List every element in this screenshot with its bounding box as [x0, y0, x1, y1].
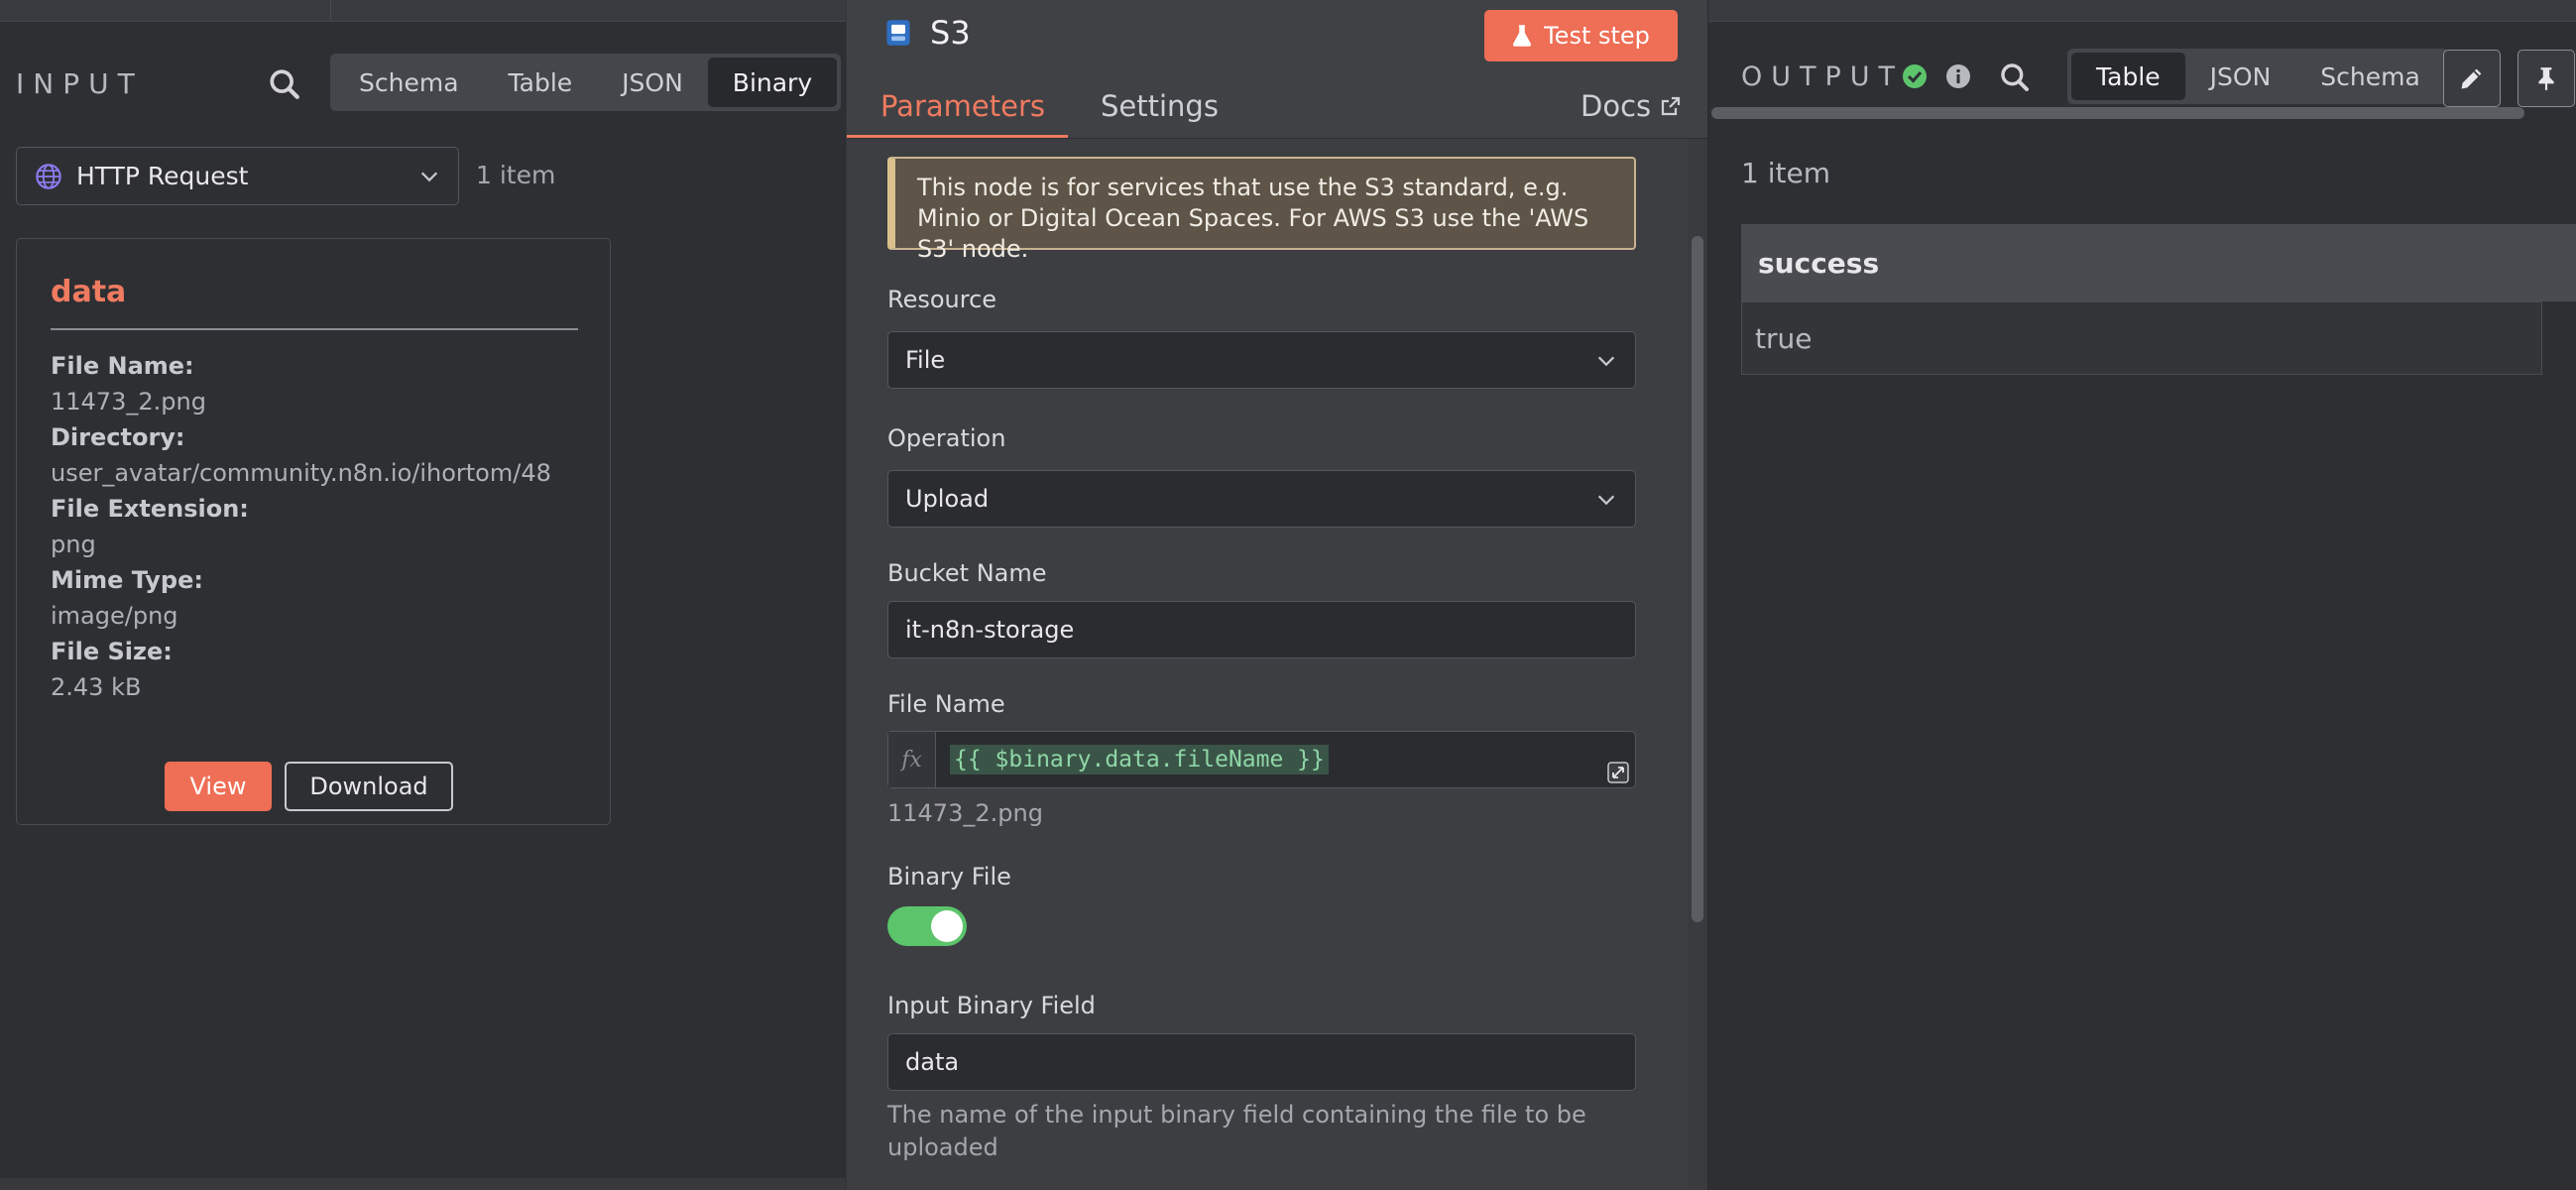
horizontal-scrollbar[interactable]	[1711, 107, 2524, 119]
file-name-expression-input[interactable]: fx {{ $binary.data.fileName }}	[887, 731, 1636, 788]
input-binary-field-label: Input Binary Field	[887, 992, 1096, 1019]
pin-icon	[2538, 67, 2554, 90]
tab-schema[interactable]: Schema	[334, 58, 484, 107]
canvas-footer	[0, 1178, 846, 1190]
chevron-down-icon	[420, 172, 438, 182]
operation-select[interactable]: Upload	[887, 470, 1636, 528]
bucket-name-value: it-n8n-storage	[905, 616, 1075, 644]
resource-value: File	[905, 346, 946, 374]
tab-json[interactable]: JSON	[2185, 53, 2296, 100]
operation-value: Upload	[905, 485, 990, 513]
download-button[interactable]: Download	[285, 762, 453, 811]
output-panel: OUTPUT Table JSON Schema 1 item success …	[1708, 22, 2576, 1190]
tab-parameters[interactable]: Parameters	[880, 89, 1045, 123]
tab-json[interactable]: JSON	[597, 58, 708, 107]
resource-label: Resource	[887, 286, 997, 313]
file-name-label: File Name	[887, 690, 1005, 718]
s3-node-icon	[886, 20, 910, 46]
input-panel: INPUT Schema Table JSON Binary HTTP Requ…	[0, 22, 846, 1190]
globe-icon	[36, 163, 61, 189]
output-view-tabs: Table JSON Schema	[2067, 49, 2449, 104]
divider	[51, 328, 578, 330]
docs-label: Docs	[1581, 89, 1652, 123]
table-cell: true	[1741, 301, 2542, 375]
resource-select[interactable]: File	[887, 331, 1636, 389]
info-icon[interactable]	[1945, 63, 1971, 89]
meta-label: Directory:	[51, 423, 185, 451]
bucket-name-label: Bucket Name	[887, 559, 1047, 587]
tab-table[interactable]: Table	[484, 58, 598, 107]
input-item-count: 1 item	[476, 161, 556, 189]
input-title: INPUT	[16, 67, 144, 100]
tab-schema[interactable]: Schema	[2295, 53, 2445, 100]
meta-value: image/png	[51, 602, 178, 630]
chevron-down-icon	[1597, 356, 1615, 367]
divider	[330, 0, 331, 22]
scrollbar-thumb[interactable]	[1692, 236, 1703, 922]
test-step-button[interactable]: Test step	[1484, 10, 1678, 61]
bucket-name-input[interactable]: it-n8n-storage	[887, 601, 1636, 658]
fx-icon: fx	[888, 732, 936, 787]
file-name-expression: {{ $binary.data.fileName }}	[950, 745, 1329, 774]
tab-table[interactable]: Table	[2071, 53, 2185, 100]
meta-value: 11473_2.png	[51, 388, 206, 416]
meta-label: File Extension:	[51, 495, 249, 523]
meta-label: Mime Type:	[51, 566, 203, 594]
meta-label: File Size:	[51, 638, 173, 665]
tab-settings[interactable]: Settings	[1101, 89, 1219, 123]
pin-output-button[interactable]	[2517, 50, 2575, 107]
input-binary-field-input[interactable]: data	[887, 1033, 1636, 1091]
binary-metadata: File Name: 11473_2.png Directory: user_a…	[51, 348, 551, 705]
s3-notice: This node is for services that use the S…	[887, 157, 1636, 263]
output-title: OUTPUT	[1741, 61, 1905, 92]
external-link-icon	[1662, 96, 1681, 116]
input-view-tabs: Schema Table JSON Binary	[330, 54, 842, 111]
file-name-resolved: 11473_2.png	[887, 799, 1043, 827]
binary-file-label: Binary File	[887, 863, 1011, 891]
table-header-success: success	[1741, 224, 2576, 301]
operation-label: Operation	[887, 424, 1006, 452]
node-title: S3	[930, 14, 971, 52]
meta-value: user_avatar/community.n8n.io/ihortom/48	[51, 459, 551, 487]
test-step-label: Test step	[1544, 22, 1650, 50]
edit-output-button[interactable]	[2443, 50, 2501, 107]
tab-binary[interactable]: Binary	[707, 58, 838, 107]
success-check-icon	[1903, 64, 1927, 88]
input-binary-field-hint: The name of the input binary field conta…	[887, 1101, 1586, 1161]
search-icon[interactable]	[1999, 61, 2031, 93]
input-node-label: HTTP Request	[76, 162, 249, 190]
input-binary-field-value: data	[905, 1048, 960, 1076]
search-icon[interactable]	[268, 67, 301, 101]
binary-data-card: data File Name: 11473_2.png Directory: u…	[16, 238, 611, 825]
node-parameters-panel: S3 Test step Parameters Settings Docs Th…	[846, 0, 1708, 1190]
meta-value: png	[51, 531, 96, 558]
binary-file-toggle[interactable]	[887, 906, 967, 946]
flask-icon	[1513, 25, 1532, 47]
binary-card-title: data	[51, 275, 127, 309]
expand-icon[interactable]	[1607, 762, 1629, 783]
output-item-count: 1 item	[1741, 157, 1830, 189]
docs-link[interactable]: Docs	[1581, 89, 1681, 123]
chevron-down-icon	[1597, 495, 1615, 506]
meta-label: File Name:	[51, 352, 194, 380]
meta-value: 2.43 kB	[51, 673, 142, 701]
pencil-icon	[2461, 68, 2482, 89]
view-button[interactable]: View	[165, 762, 272, 811]
toggle-knob	[931, 910, 963, 942]
input-node-select[interactable]: HTTP Request	[16, 147, 459, 205]
output-table: success true	[1741, 224, 2576, 375]
